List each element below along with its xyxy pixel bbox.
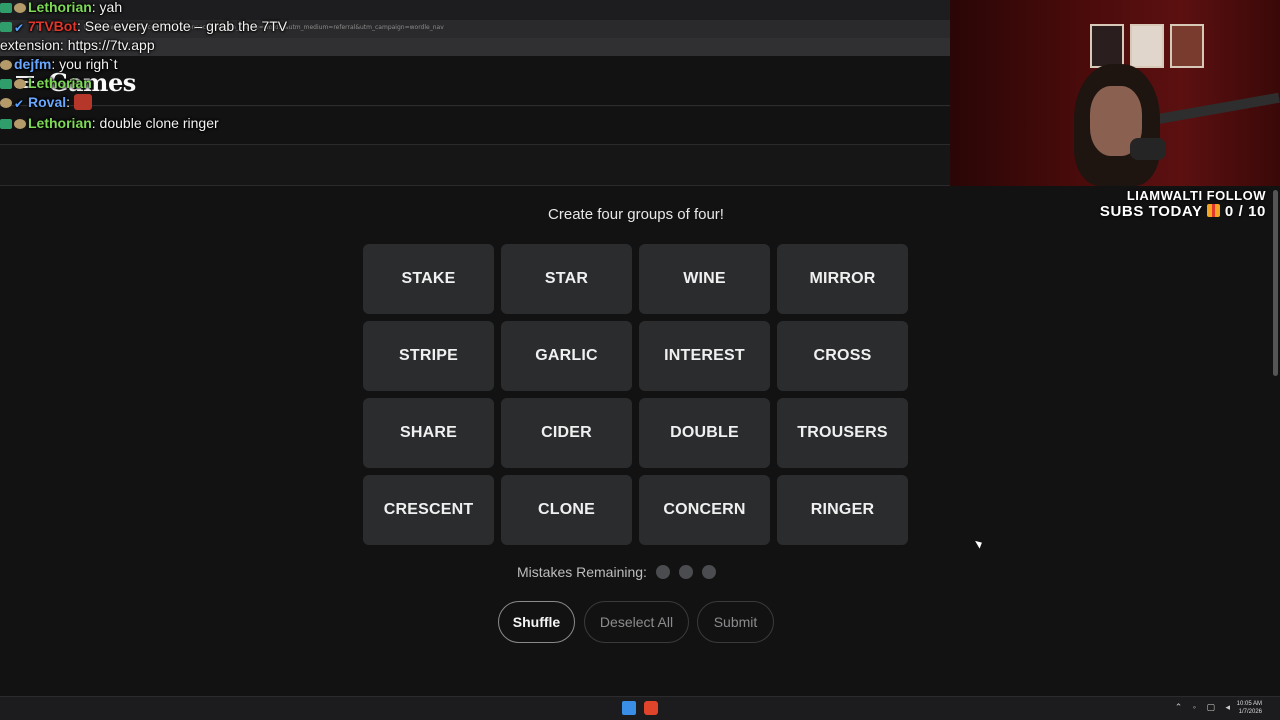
mistake-dot — [678, 565, 693, 579]
wall-art — [1170, 24, 1204, 68]
home-icon[interactable]: ⌂ — [52, 25, 60, 33]
windows-start-icon[interactable] — [622, 701, 636, 715]
mistake-dot — [701, 565, 716, 579]
word-tile[interactable]: CROSS — [777, 321, 908, 391]
browser-tab-strip[interactable] — [0, 0, 950, 20]
scrollbar[interactable] — [1273, 190, 1278, 376]
clock[interactable]: 10:05 AM 1/7/2026 — [1237, 700, 1262, 716]
taskbar: ⌃ ◦ ▢ ◂ 10:05 AM 1/7/2026 — [0, 696, 1280, 720]
word-tile[interactable]: DOUBLE — [639, 398, 770, 468]
game-toolbar — [0, 107, 950, 145]
browser-window: ↻ ⌂ https://www.nytimes.com/games/connec… — [0, 0, 950, 186]
mistake-dot — [655, 565, 670, 579]
word-tile[interactable]: STAR — [501, 244, 632, 314]
reload-icon[interactable]: ↻ — [36, 25, 44, 33]
menu-icon[interactable] — [16, 76, 34, 88]
word-tile[interactable]: CLONE — [501, 475, 632, 545]
word-tile[interactable]: WINE — [639, 244, 770, 314]
clock-date: 1/7/2026 — [1238, 709, 1262, 715]
url-text[interactable]: https://www.nytimes.com/games/connection… — [84, 24, 444, 31]
games-logo[interactable]: Games — [48, 68, 136, 97]
submit-button[interactable]: Submit — [697, 601, 774, 643]
word-tile[interactable]: CIDER — [501, 398, 632, 468]
word-tile[interactable]: CONCERN — [639, 475, 770, 545]
system-tray[interactable]: ⌃ ◦ ▢ ◂ — [1175, 702, 1234, 713]
wall-art — [1090, 24, 1124, 68]
word-grid: STAKE STAR WINE MIRROR STRIPE GARLIC INTEREST C… — [363, 244, 910, 546]
follow-text: LIAMWALTI FOLLOW — [1126, 188, 1266, 203]
word-tile[interactable]: INTEREST — [639, 321, 770, 391]
mistakes-remaining: Mistakes Remaining: — [517, 564, 725, 580]
word-tile[interactable]: MIRROR — [777, 244, 908, 314]
wall-art — [1130, 24, 1164, 68]
mistakes-label: Mistakes Remaining: — [517, 564, 647, 580]
site-header — [0, 56, 950, 106]
microphone — [1130, 138, 1166, 160]
word-tile[interactable]: STAKE — [363, 244, 494, 314]
bookmarks-bar — [0, 38, 950, 56]
brave-browser-icon[interactable] — [644, 701, 658, 715]
clock-time: 10:05 AM — [1236, 701, 1262, 707]
word-tile[interactable]: SHARE — [363, 398, 494, 468]
word-tile[interactable]: STRIPE — [363, 321, 494, 391]
address-bar[interactable]: ↻ ⌂ https://www.nytimes.com/games/connec… — [0, 20, 950, 38]
word-tile[interactable]: RINGER — [777, 475, 908, 545]
word-tile[interactable]: GARLIC — [501, 321, 632, 391]
mouse-cursor — [975, 538, 984, 549]
word-tile[interactable]: CRESCENT — [363, 475, 494, 545]
game-instruction: Create four groups of four! — [548, 206, 724, 223]
shuffle-button[interactable]: Shuffle — [498, 601, 575, 643]
mistake-dots — [655, 565, 725, 579]
webcam-feed — [950, 0, 1280, 186]
deselect-all-button[interactable]: Deselect All — [584, 601, 689, 643]
mic-arm — [1150, 92, 1280, 126]
word-tile[interactable]: TROUSERS — [777, 398, 908, 468]
screen: ↻ ⌂ https://www.nytimes.com/games/connec… — [0, 0, 1280, 720]
